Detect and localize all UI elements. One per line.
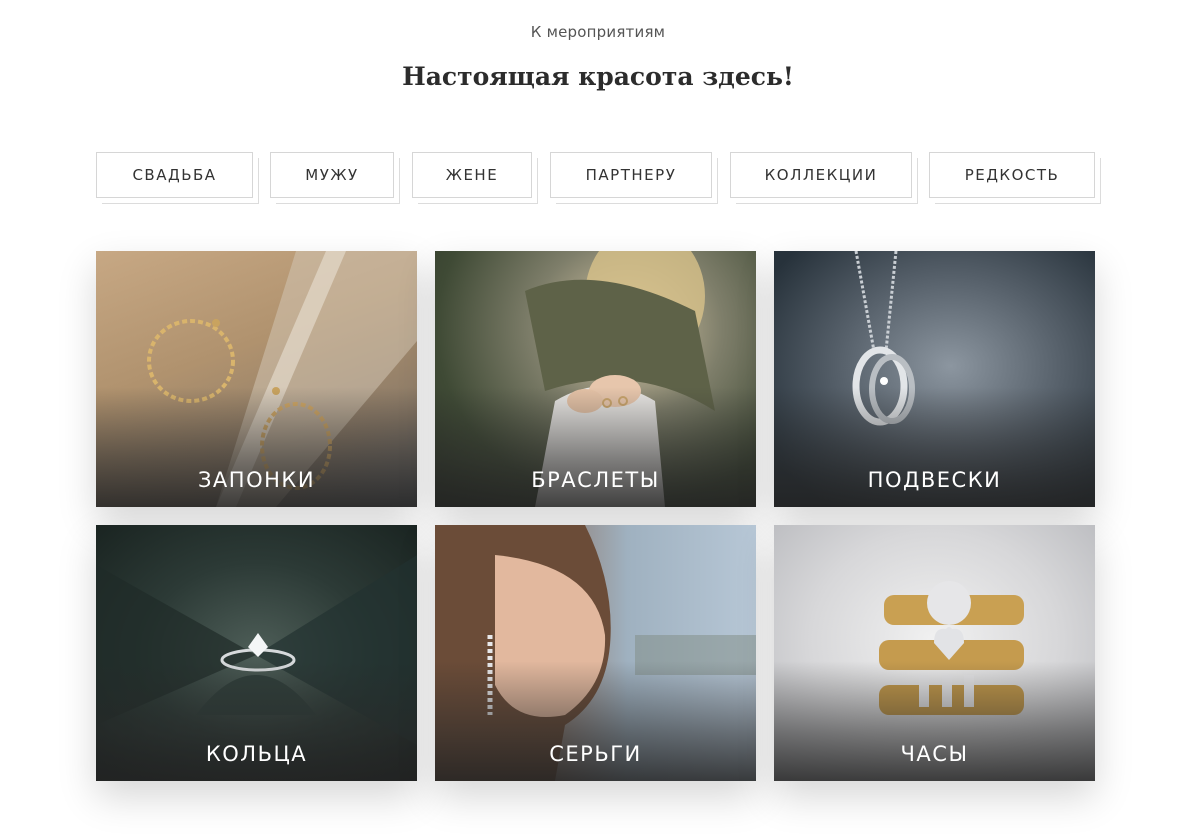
category-grid: ЗАПОНКИ БРАСЛЕТЫ ПОДВЕСКИ КОЛЬЦА СЕРЬГИ … (96, 251, 1096, 783)
filter-husband-button[interactable]: МУЖУ (270, 152, 394, 198)
category-label-earrings: СЕРЬГИ (549, 742, 642, 766)
category-card-cufflinks[interactable]: ЗАПОНКИ (96, 251, 417, 507)
filter-wife-button[interactable]: ЖЕНЕ (412, 152, 532, 198)
category-label-rings: КОЛЬЦА (205, 742, 308, 766)
filter-wedding-button[interactable]: СВАДЬБА (96, 152, 253, 198)
page-title: Настоящая красота здесь! (402, 62, 794, 91)
events-link[interactable]: К мероприятиям (0, 23, 1196, 41)
filter-bar: СВАДЬБА МУЖУ ЖЕНЕ ПАРТНЕРУ КОЛЛЕКЦИИ РЕД… (96, 152, 1106, 212)
category-card-watches[interactable]: ЧАСЫ (774, 525, 1095, 781)
category-label-bracelets: БРАСЛЕТЫ (531, 468, 660, 492)
filter-collections-button[interactable]: КОЛЛЕКЦИИ (730, 152, 912, 198)
category-card-bracelets[interactable]: БРАСЛЕТЫ (435, 251, 756, 507)
category-card-pendants[interactable]: ПОДВЕСКИ (774, 251, 1095, 507)
category-card-rings[interactable]: КОЛЬЦА (96, 525, 417, 781)
filter-rarity-button[interactable]: РЕДКОСТЬ (929, 152, 1095, 198)
category-label-cufflinks: ЗАПОНКИ (197, 468, 316, 492)
category-label-watches: ЧАСЫ (900, 742, 969, 766)
category-label-pendants: ПОДВЕСКИ (867, 468, 1002, 492)
filter-partner-button[interactable]: ПАРТНЕРУ (550, 152, 712, 198)
category-card-earrings[interactable]: СЕРЬГИ (435, 525, 756, 781)
